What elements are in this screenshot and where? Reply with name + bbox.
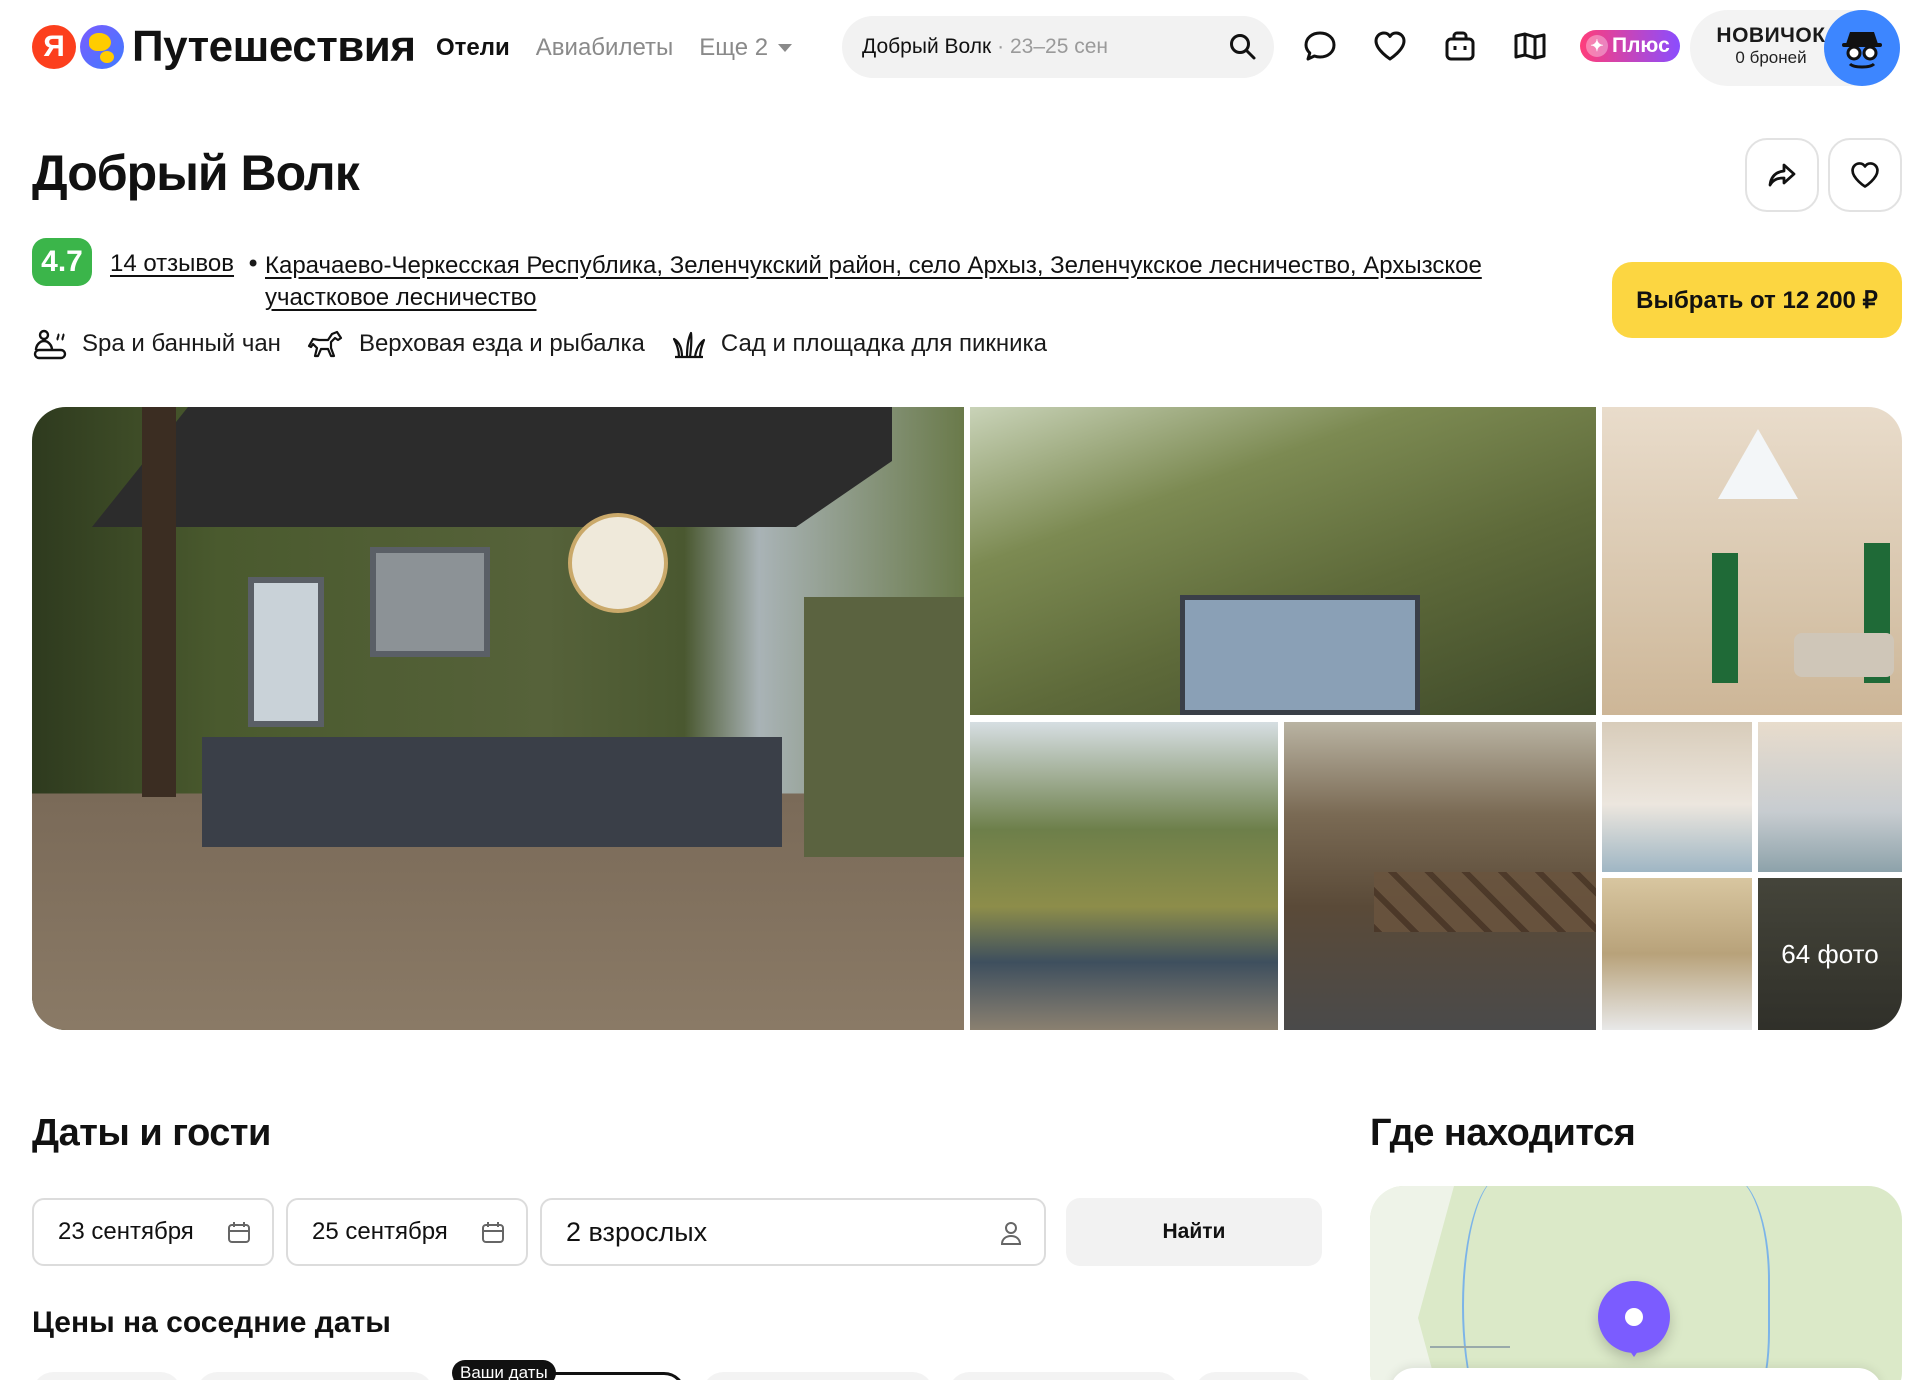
photo-terrace[interactable]	[1284, 722, 1596, 1030]
chevron-down-icon	[778, 44, 793, 52]
share-button[interactable]	[1745, 138, 1819, 212]
header-icons: ✦ Плюс	[1300, 26, 1680, 66]
photo-detail	[142, 407, 176, 797]
main-nav: Отели Авиабилеты Еще 2	[436, 34, 793, 62]
photo-detail	[370, 547, 490, 657]
address-link[interactable]: Карачаево-Черкесская Республика, Зеленчу…	[265, 250, 1575, 314]
heart-icon[interactable]	[1370, 26, 1410, 66]
price-chip[interactable]	[948, 1372, 1180, 1380]
photo-more[interactable]: 64 фото	[1758, 878, 1902, 1030]
pin-dot	[1625, 1308, 1643, 1326]
map-river	[1462, 1186, 1542, 1380]
nav-hotels[interactable]: Отели	[436, 34, 510, 62]
photo-living-room[interactable]	[1602, 407, 1902, 715]
map-road	[1430, 1346, 1510, 1348]
amenity-horse-riding: Верховая езда и рыбалка	[307, 326, 645, 362]
checkout-field[interactable]: 25 сентября	[286, 1198, 528, 1266]
amenity-spa: Spa и банный чан	[32, 326, 281, 362]
amenity-label: Spa и банный чан	[82, 330, 281, 357]
search-query: Добрый Волк	[862, 35, 992, 58]
photos-count: 64 фото	[1758, 878, 1902, 1030]
photo-gallery: 64 фото	[32, 407, 1902, 1030]
search-dates: · 23–25 сен	[997, 35, 1109, 58]
guests-field[interactable]: 2 взрослых	[540, 1198, 1046, 1266]
photo-facade[interactable]	[970, 407, 1596, 715]
photo-kitchen[interactable]	[1758, 722, 1902, 872]
search-bar[interactable]: Добрый Волк · 23–25 сен	[842, 16, 1274, 78]
photo-detail	[1180, 595, 1420, 715]
person-icon	[998, 1220, 1024, 1253]
chat-icon[interactable]	[1300, 26, 1340, 66]
nav-more-label: Еще 2	[699, 34, 769, 61]
nearby-dates-title: Цены на соседние даты	[32, 1306, 391, 1339]
amenity-label: Верховая езда и рыбалка	[358, 330, 645, 357]
calendar-icon	[480, 1220, 506, 1253]
avatar-incognito-icon	[1842, 32, 1882, 69]
location-title: Где находится	[1370, 1112, 1636, 1154]
reviews-link[interactable]: 14 отзывов	[110, 250, 234, 278]
photo-dining[interactable]	[1602, 722, 1752, 872]
logo[interactable]: Я Путешествия	[32, 22, 416, 72]
user-status: НОВИЧОК 0 броней	[1716, 24, 1826, 68]
bag-icon[interactable]	[1440, 26, 1480, 66]
choose-room-button[interactable]: Выбрать от 12 200 ₽	[1612, 262, 1902, 338]
map-river	[1670, 1186, 1770, 1380]
user-level: НОВИЧОК	[1716, 24, 1826, 47]
amenity-garden: Сад и площадка для пикника	[671, 326, 1047, 362]
price-chip[interactable]	[32, 1372, 182, 1380]
logo-text: Путешествия	[132, 22, 416, 71]
photo-detail	[1718, 429, 1798, 499]
share-icon	[1768, 163, 1796, 187]
photo-detail	[1794, 633, 1894, 677]
dates-guests-title: Даты и гости	[32, 1112, 271, 1154]
plus-label: Плюс	[1612, 34, 1670, 57]
checkout-value: 25 сентября	[312, 1218, 448, 1245]
photo-detail	[804, 597, 964, 857]
photo-detail	[92, 407, 892, 527]
checkin-value: 23 сентября	[58, 1218, 194, 1245]
horse-icon	[307, 330, 343, 358]
user-menu[interactable]: НОВИЧОК 0 броней	[1690, 10, 1900, 86]
globe-logo-icon	[80, 25, 124, 69]
amenity-label: Сад и площадка для пикника	[720, 330, 1047, 357]
map-card[interactable]	[1390, 1368, 1882, 1380]
rating-badge: 4.7	[32, 238, 92, 286]
find-button[interactable]: Найти	[1066, 1198, 1322, 1266]
photo-detail	[248, 577, 324, 727]
photo-detail	[1712, 553, 1738, 683]
favorite-button[interactable]	[1828, 138, 1902, 212]
separator: •	[246, 250, 261, 278]
nav-flights[interactable]: Авиабилеты	[536, 34, 673, 62]
grass-icon	[672, 331, 705, 359]
plus-badge[interactable]: ✦ Плюс	[1580, 30, 1680, 62]
photo-house-forest[interactable]	[970, 722, 1278, 1030]
spa-icon	[33, 329, 67, 360]
search-icon[interactable]	[1228, 32, 1258, 68]
map-pin-icon[interactable]	[1598, 1281, 1670, 1357]
photo-detail	[568, 513, 668, 613]
checkin-field[interactable]: 23 сентября	[32, 1198, 274, 1266]
guests-value: 2 взрослых	[566, 1216, 708, 1247]
map[interactable]	[1370, 1186, 1902, 1380]
nav-more[interactable]: Еще 2	[699, 34, 793, 62]
avatar[interactable]	[1824, 10, 1900, 86]
photo-detail	[202, 737, 782, 847]
page-title: Добрый Волк	[32, 145, 360, 201]
user-bookings: 0 броней	[1735, 48, 1807, 67]
photo-main-cabin[interactable]	[32, 407, 964, 1030]
yandex-logo-icon: Я	[32, 25, 76, 69]
price-chip[interactable]	[702, 1372, 934, 1380]
photo-detail	[1374, 872, 1596, 932]
heart-icon	[1851, 162, 1879, 188]
price-chip[interactable]	[196, 1372, 434, 1380]
plus-icon: ✦	[1586, 35, 1608, 57]
photo-bathroom[interactable]	[1602, 878, 1752, 1030]
your-dates-badge: Ваши даты	[452, 1360, 556, 1380]
price-chip[interactable]	[1194, 1372, 1314, 1380]
calendar-icon	[226, 1220, 252, 1253]
book-icon[interactable]	[1510, 26, 1550, 66]
header: Я Путешествия Отели Авиабилеты Еще 2 Доб…	[0, 0, 1920, 96]
amenities: Spa и банный чан Верховая езда и рыбалка…	[32, 326, 1047, 362]
